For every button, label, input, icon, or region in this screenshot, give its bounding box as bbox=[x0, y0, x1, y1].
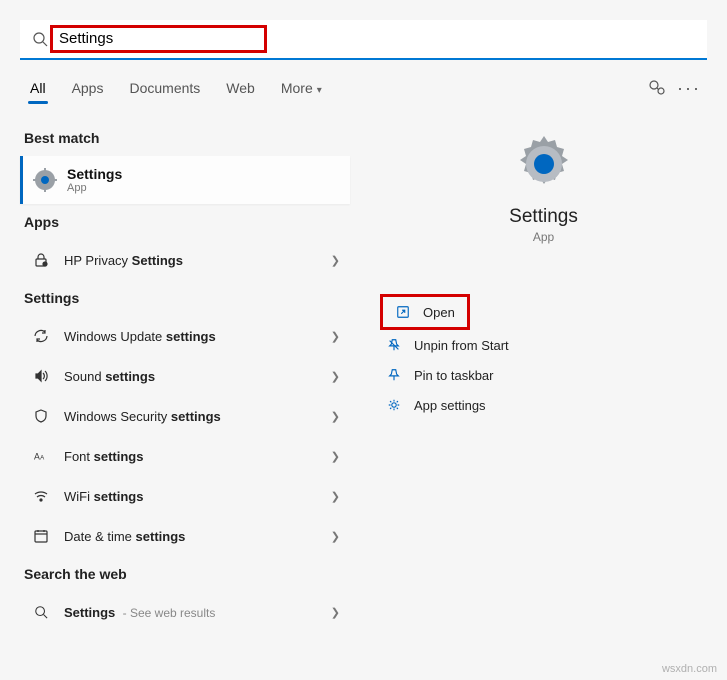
app-hp-privacy-settings[interactable]: HP Privacy Settings ❯ bbox=[20, 240, 350, 280]
chevron-right-icon: ❯ bbox=[331, 450, 340, 463]
settings-security[interactable]: Windows Security settings ❯ bbox=[20, 396, 350, 436]
action-label: Open bbox=[423, 305, 455, 320]
list-item-label: Windows Security settings bbox=[64, 409, 331, 424]
content: Best match Settings App Apps bbox=[20, 120, 707, 632]
tabs: All Apps Documents Web More ▾ bbox=[20, 74, 324, 102]
web-settings[interactable]: Settings - See web results ❯ bbox=[20, 592, 350, 632]
settings-sound[interactable]: Sound settings ❯ bbox=[20, 356, 350, 396]
list-item-label: Windows Update settings bbox=[64, 329, 331, 344]
tab-web[interactable]: Web bbox=[224, 74, 257, 102]
tab-more-label: More bbox=[281, 80, 313, 96]
hero-title: Settings bbox=[509, 206, 578, 228]
section-best-match: Best match bbox=[24, 130, 350, 146]
list-item-label: HP Privacy Settings bbox=[64, 253, 331, 268]
list-item-label: Settings - See web results bbox=[64, 605, 331, 620]
shield-icon bbox=[30, 408, 52, 424]
gear-icon bbox=[33, 168, 57, 192]
best-match-title: Settings bbox=[67, 166, 122, 182]
search-options-icon[interactable] bbox=[647, 78, 667, 98]
gear-icon bbox=[386, 397, 402, 413]
action-label: App settings bbox=[414, 398, 486, 413]
action-app-settings[interactable]: App settings bbox=[380, 390, 707, 420]
open-highlight: Open bbox=[380, 294, 470, 330]
tab-documents[interactable]: Documents bbox=[127, 74, 202, 102]
tabs-row: All Apps Documents Web More ▾ ··· bbox=[20, 74, 707, 102]
section-apps: Apps bbox=[24, 214, 350, 230]
search-input[interactable] bbox=[59, 30, 258, 47]
wifi-icon bbox=[30, 488, 52, 504]
list-item-label: Sound settings bbox=[64, 369, 331, 384]
section-search-web: Search the web bbox=[24, 566, 350, 582]
chevron-down-icon: ▾ bbox=[317, 85, 322, 96]
chevron-right-icon: ❯ bbox=[331, 330, 340, 343]
chevron-right-icon: ❯ bbox=[331, 410, 340, 423]
pin-icon bbox=[386, 367, 402, 383]
list-item-label: WiFi settings bbox=[64, 489, 331, 504]
right-pane: Settings App Open Unpin from S bbox=[350, 120, 707, 632]
chevron-right-icon: ❯ bbox=[331, 370, 340, 383]
hero-subtitle: App bbox=[533, 230, 554, 244]
chevron-right-icon: ❯ bbox=[331, 606, 340, 619]
search-box[interactable] bbox=[20, 20, 707, 60]
search-icon bbox=[30, 605, 52, 619]
action-unpin-start[interactable]: Unpin from Start bbox=[380, 330, 707, 360]
lock-icon bbox=[30, 252, 52, 268]
tab-apps[interactable]: Apps bbox=[70, 74, 106, 102]
list-item-label: Font settings bbox=[64, 449, 331, 464]
best-match-item[interactable]: Settings App bbox=[20, 156, 350, 204]
font-icon: AA bbox=[30, 449, 52, 463]
action-list: Open Unpin from Start Pin to taskbar bbox=[380, 294, 707, 420]
settings-date-time[interactable]: Date & time settings ❯ bbox=[20, 516, 350, 556]
tab-more[interactable]: More ▾ bbox=[279, 74, 324, 102]
search-icon bbox=[32, 31, 48, 47]
search-highlight bbox=[50, 25, 267, 53]
sound-icon bbox=[30, 368, 52, 384]
action-pin-taskbar[interactable]: Pin to taskbar bbox=[380, 360, 707, 390]
watermark: wsxdn.com bbox=[662, 663, 717, 675]
svg-text:A: A bbox=[40, 455, 45, 462]
best-match-text: Settings App bbox=[67, 166, 122, 194]
svg-text:A: A bbox=[34, 452, 40, 462]
chevron-right-icon: ❯ bbox=[331, 530, 340, 543]
left-pane: Best match Settings App Apps bbox=[20, 120, 350, 632]
gear-icon bbox=[512, 132, 576, 196]
settings-wifi[interactable]: WiFi settings ❯ bbox=[20, 476, 350, 516]
unpin-icon bbox=[386, 337, 402, 353]
tab-all[interactable]: All bbox=[28, 74, 48, 102]
chevron-right-icon: ❯ bbox=[331, 254, 340, 267]
best-match-subtitle: App bbox=[67, 182, 122, 194]
action-label: Pin to taskbar bbox=[414, 368, 494, 383]
settings-font[interactable]: AA Font settings ❯ bbox=[20, 436, 350, 476]
open-icon bbox=[395, 304, 411, 320]
top-actions: ··· bbox=[647, 78, 707, 98]
action-open[interactable]: Open bbox=[389, 297, 461, 327]
calendar-icon bbox=[30, 528, 52, 544]
more-options-icon[interactable]: ··· bbox=[679, 78, 699, 98]
chevron-right-icon: ❯ bbox=[331, 490, 340, 503]
section-settings: Settings bbox=[24, 290, 350, 306]
hero: Settings App bbox=[380, 132, 707, 244]
action-label: Unpin from Start bbox=[414, 338, 509, 353]
list-item-label: Date & time settings bbox=[64, 529, 331, 544]
settings-windows-update[interactable]: Windows Update settings ❯ bbox=[20, 316, 350, 356]
refresh-icon bbox=[30, 328, 52, 344]
